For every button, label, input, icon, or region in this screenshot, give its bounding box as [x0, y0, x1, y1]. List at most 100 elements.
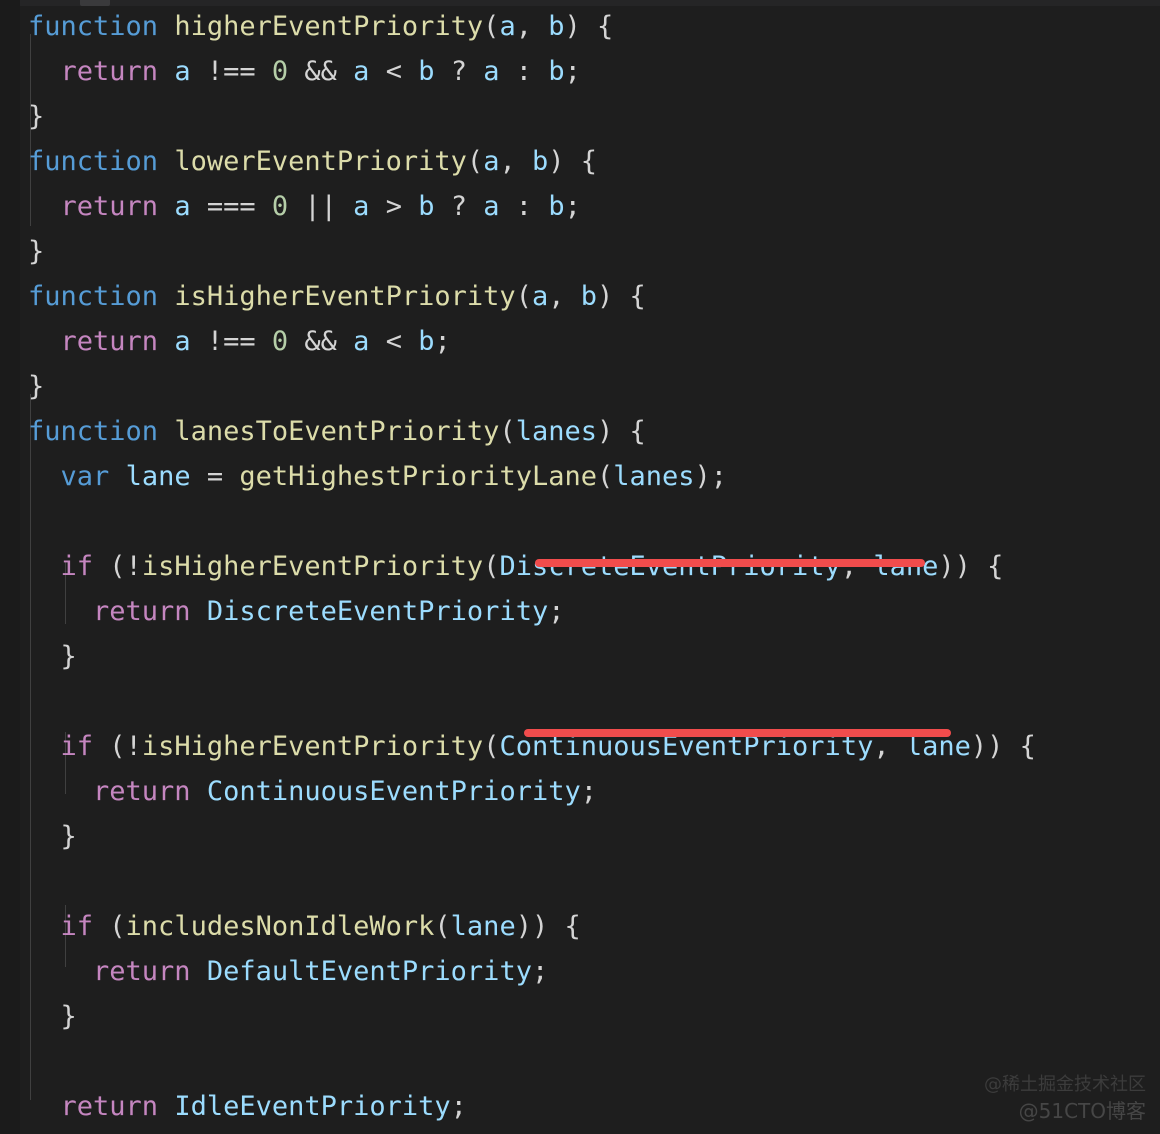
code-line[interactable]: if (includesNonIdleWork(lane)) { [0, 904, 1160, 949]
code-line[interactable]: function lanesToEventPriority(lanes) { [0, 409, 1160, 454]
code-token: } [60, 821, 77, 852]
code-token: ); [694, 461, 728, 492]
code-token: } [28, 101, 45, 132]
code-token: function [28, 416, 159, 447]
code-line[interactable] [0, 679, 1160, 724]
code-token: ? [434, 56, 484, 87]
code-token: ( [499, 416, 516, 447]
code-line[interactable]: return a !== 0 && a < b; [0, 319, 1160, 364]
code-editor-viewport: function higherEventPriority(a, b) { ret… [0, 0, 1160, 1134]
code-token: !== [190, 326, 272, 357]
code-token: a [531, 281, 549, 312]
code-token: && [288, 326, 354, 357]
code-token: a [483, 146, 500, 177]
code-token: a [499, 11, 516, 42]
code-line[interactable]: } [0, 94, 1160, 139]
code-token: ( [466, 146, 484, 177]
code-token: 0 [271, 326, 289, 357]
code-token: b [418, 191, 435, 222]
code-token: : [499, 56, 549, 87]
code-line[interactable]: } [0, 1129, 1160, 1134]
code-token: ( [597, 461, 614, 492]
code-line[interactable]: return a === 0 || a > b ? a : b; [0, 184, 1160, 229]
code-token: a [353, 326, 370, 357]
code-line[interactable]: } [0, 229, 1160, 274]
code-token: (! [93, 551, 142, 582]
code-line[interactable]: function isHigherEventPriority(a, b) { [0, 274, 1160, 319]
code-token: lowerEventPriority [174, 146, 467, 177]
code-token: IdleEventPriority [174, 1091, 451, 1122]
code-token: || [288, 191, 354, 222]
code-token: ; [450, 1091, 467, 1122]
code-token: lanesToEventPriority [174, 416, 500, 447]
code-token: return [93, 596, 191, 627]
code-line[interactable]: function higherEventPriority(a, b) { [0, 4, 1160, 49]
code-token: ) { [548, 146, 598, 177]
code-token: function [28, 11, 159, 42]
code-token: ( [93, 911, 126, 942]
code-token: )) { [970, 731, 1036, 762]
red-underline-discrete-event-priority [535, 559, 925, 567]
code-token: } [60, 641, 77, 672]
red-underline-continuous-event-priority [524, 729, 951, 737]
code-token: ) { [597, 281, 646, 312]
code-line[interactable]: function lowerEventPriority(a, b) { [0, 139, 1160, 184]
code-token: a [353, 56, 370, 87]
code-token: !== [190, 56, 272, 87]
code-token: return [93, 776, 191, 807]
code-token: } [28, 371, 45, 402]
code-line[interactable]: } [0, 994, 1160, 1039]
code-line[interactable]: return DefaultEventPriority; [0, 949, 1160, 994]
code-line[interactable]: } [0, 364, 1160, 409]
code-token: a [174, 56, 191, 87]
code-token: a [174, 191, 191, 222]
code-line[interactable]: var lane = getHighestPriorityLane(lanes)… [0, 454, 1160, 499]
code-token: ( [483, 731, 500, 762]
code-token: lanes [515, 416, 597, 447]
code-line[interactable] [0, 859, 1160, 904]
code-line[interactable]: } [0, 814, 1160, 859]
watermark-secondary: @51CTO博客 [1018, 1099, 1146, 1123]
code-token: ; [434, 326, 451, 357]
code-token: a [483, 191, 500, 222]
code-token: DiscreteEventPriority [206, 596, 549, 627]
code-token: } [28, 236, 45, 267]
code-line[interactable]: } [0, 634, 1160, 679]
code-token: ( [434, 911, 451, 942]
code-token: ( [483, 551, 500, 582]
code-token: ( [483, 11, 500, 42]
code-token: return [60, 326, 159, 357]
code-token: if [60, 551, 94, 582]
code-token: lane [450, 911, 516, 942]
code-token: = [190, 461, 240, 492]
code-line[interactable]: return a !== 0 && a < b ? a : b; [0, 49, 1160, 94]
code-token: function [28, 281, 159, 312]
code-token: ; [564, 191, 581, 222]
code-token: includesNonIdleWork [125, 911, 435, 942]
code-token: < [369, 56, 419, 87]
code-token: isHigherEventPriority [174, 281, 516, 312]
code-line[interactable]: return DiscreteEventPriority; [0, 589, 1160, 634]
code-token: , [548, 281, 581, 312]
code-token: < [369, 326, 419, 357]
watermark-primary: @稀土掘金技术社区 [984, 1074, 1146, 1095]
code-line[interactable] [0, 499, 1160, 544]
code-content[interactable]: function higherEventPriority(a, b) { ret… [0, 0, 1160, 1134]
code-token: return [93, 956, 191, 987]
code-token: a [353, 191, 370, 222]
code-token: b [418, 56, 435, 87]
code-line[interactable]: return ContinuousEventPriority; [0, 769, 1160, 814]
code-token: var [60, 461, 110, 492]
code-token: lanes [613, 461, 695, 492]
code-token: b [548, 191, 565, 222]
code-token: === [190, 191, 272, 222]
code-token: ; [531, 956, 549, 987]
code-token: , [499, 146, 532, 177]
